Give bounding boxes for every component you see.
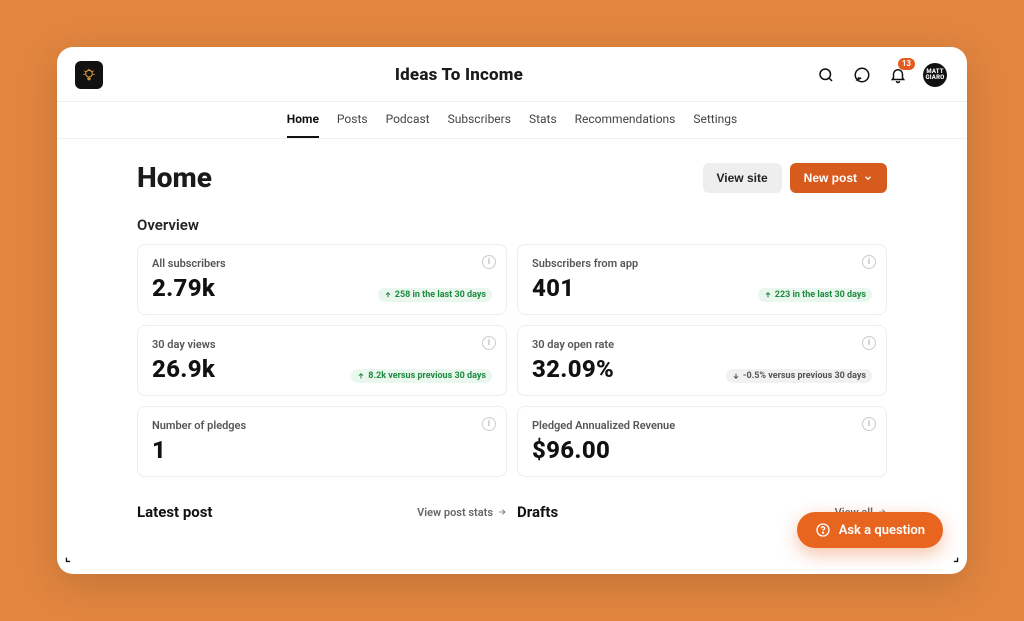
content: Home View site New post Overview i All s… [57, 139, 967, 570]
stat-delta-text: 8.2k versus previous 30 days [368, 371, 486, 381]
new-post-label: New post [804, 171, 857, 185]
top-actions: 13 MATT GIARO [815, 63, 947, 87]
info-icon[interactable]: i [482, 336, 496, 350]
view-site-button[interactable]: View site [703, 163, 782, 193]
brand-logo[interactable] [75, 61, 103, 89]
search-button[interactable] [815, 64, 837, 86]
ask-question-label: Ask a question [839, 523, 925, 538]
drafts-title: Drafts [517, 503, 558, 521]
arrow-right-icon [497, 507, 507, 517]
info-icon[interactable]: i [482, 255, 496, 269]
stat-card[interactable]: i All subscribers 2.79k 258 in the last … [137, 244, 507, 315]
stat-card[interactable]: i Subscribers from app 401 223 in the la… [517, 244, 887, 315]
chevron-down-icon [863, 173, 873, 183]
stat-delta: 223 in the last 30 days [758, 288, 872, 302]
tab-podcast[interactable]: Podcast [386, 112, 430, 138]
info-icon[interactable]: i [862, 417, 876, 431]
stat-value: 26.9k [152, 355, 215, 383]
stat-delta: -0.5% versus previous 30 days [726, 369, 872, 383]
section-overview-title: Overview [137, 216, 887, 234]
stat-value: 401 [532, 274, 574, 302]
chat-icon [853, 66, 871, 84]
stat-label: All subscribers [152, 257, 492, 270]
head-buttons: View site New post [703, 163, 887, 193]
topbar: Ideas To Income 13 MATT GIARO [57, 47, 967, 102]
stat-delta: 8.2k versus previous 30 days [351, 369, 492, 383]
stat-label: 30 day open rate [532, 338, 872, 351]
avatar[interactable]: MATT GIARO [923, 63, 947, 87]
lightbulb-icon [81, 67, 97, 83]
search-icon [817, 66, 835, 84]
tab-home[interactable]: Home [287, 112, 319, 138]
stat-delta-text: -0.5% versus previous 30 days [743, 371, 866, 381]
stat-label: 30 day views [152, 338, 492, 351]
ask-question-button[interactable]: Ask a question [797, 512, 943, 548]
stat-label: Number of pledges [152, 419, 492, 432]
arrow-up-icon [764, 291, 772, 299]
notification-badge: 13 [898, 58, 915, 70]
tab-stats[interactable]: Stats [529, 112, 557, 138]
tab-posts[interactable]: Posts [337, 112, 368, 138]
stat-label: Pledged Annualized Revenue [532, 419, 872, 432]
tab-subscribers[interactable]: Subscribers [448, 112, 511, 138]
new-post-button[interactable]: New post [790, 163, 887, 193]
info-icon[interactable]: i [482, 417, 496, 431]
stat-delta-text: 258 in the last 30 days [395, 290, 486, 300]
app-panel: Ideas To Income 13 MATT GIARO Home Posts… [57, 47, 967, 574]
latest-post-title: Latest post [137, 503, 213, 521]
arrow-up-icon [357, 372, 365, 380]
info-icon[interactable]: i [862, 336, 876, 350]
stat-delta: 258 in the last 30 days [378, 288, 492, 302]
view-post-stats-label: View post stats [417, 506, 493, 519]
site-title: Ideas To Income [103, 65, 815, 85]
page-title: Home [137, 161, 703, 194]
crop-left-icon: ⌞ [65, 550, 71, 564]
stat-card[interactable]: i 30 day open rate 32.09% -0.5% versus p… [517, 325, 887, 396]
page-head: Home View site New post [137, 161, 887, 194]
tab-settings[interactable]: Settings [693, 112, 737, 138]
crop-right-icon: ⌟ [953, 550, 959, 564]
notifications-button[interactable]: 13 [887, 64, 909, 86]
latest-post-section: Latest post View post stats [137, 503, 507, 521]
info-icon[interactable]: i [862, 255, 876, 269]
arrow-down-icon [732, 372, 740, 380]
tab-recommendations[interactable]: Recommendations [575, 112, 676, 138]
overview-cards: i All subscribers 2.79k 258 in the last … [137, 244, 887, 477]
stat-card[interactable]: i Number of pledges 1 [137, 406, 507, 477]
stat-card[interactable]: i 30 day views 26.9k 8.2k versus previou… [137, 325, 507, 396]
stat-value: 2.79k [152, 274, 215, 302]
nav-tabs: Home Posts Podcast Subscribers Stats Rec… [57, 102, 967, 139]
arrow-up-icon [384, 291, 392, 299]
stat-card[interactable]: i Pledged Annualized Revenue $96.00 [517, 406, 887, 477]
lower-sections: Latest post View post stats Drafts View … [137, 503, 887, 521]
stat-value: 1 [152, 436, 166, 464]
stat-delta-text: 223 in the last 30 days [775, 290, 866, 300]
stat-label: Subscribers from app [532, 257, 872, 270]
chat-button[interactable] [851, 64, 873, 86]
stat-value: $96.00 [532, 436, 610, 464]
chat-question-icon [815, 522, 831, 538]
stat-value: 32.09% [532, 355, 614, 383]
view-post-stats-link[interactable]: View post stats [417, 506, 507, 519]
